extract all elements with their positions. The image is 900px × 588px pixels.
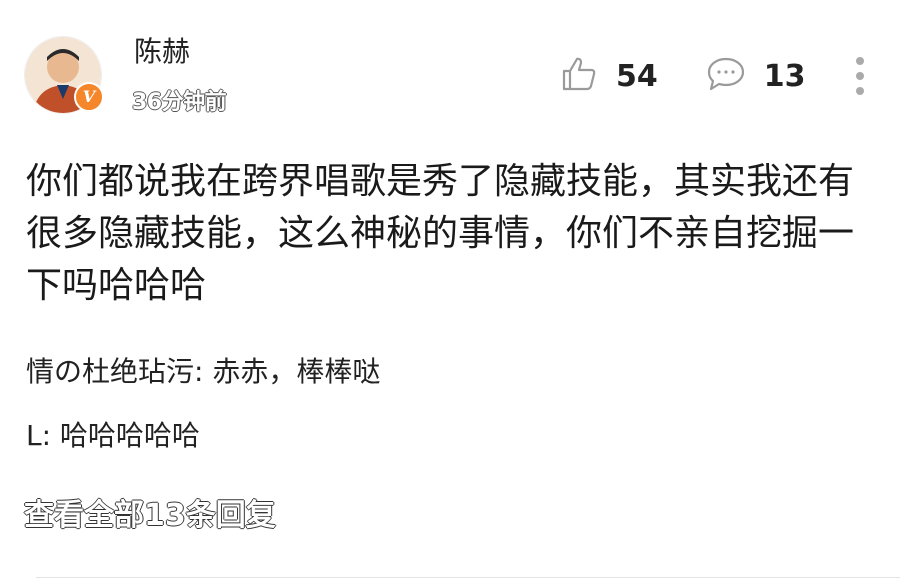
- author-name[interactable]: 陈赫: [134, 30, 190, 70]
- like-count: 54: [616, 58, 658, 94]
- verified-v-icon: V: [74, 82, 104, 112]
- more-dot: [855, 72, 864, 80]
- comment-bubble-icon: [706, 56, 746, 96]
- post-timestamp: 36分钟前: [132, 90, 227, 115]
- post-body: 你们都说我在跨界唱歌是秀了隐藏技能，其实我还有很多隐藏技能，这么神秘的事情，你们…: [26, 161, 855, 306]
- more-dot: [855, 57, 864, 65]
- avatar[interactable]: V: [24, 36, 104, 114]
- view-all-replies-link[interactable]: 查看全部13条回复: [24, 490, 276, 534]
- divider: [36, 577, 900, 578]
- like-button[interactable]: 54: [560, 55, 658, 97]
- more-dot: [855, 87, 864, 95]
- post-actions: 54 13: [560, 52, 872, 100]
- thumbs-up-icon: [560, 55, 598, 97]
- comment-button[interactable]: 13: [706, 56, 806, 96]
- reply-item[interactable]: L: 哈哈哈哈哈: [26, 414, 200, 454]
- more-vertical-icon[interactable]: [848, 57, 872, 95]
- comment-count: 13: [763, 58, 806, 94]
- reply-item[interactable]: 情の杜绝玷污: 赤赤，棒棒哒: [26, 350, 380, 390]
